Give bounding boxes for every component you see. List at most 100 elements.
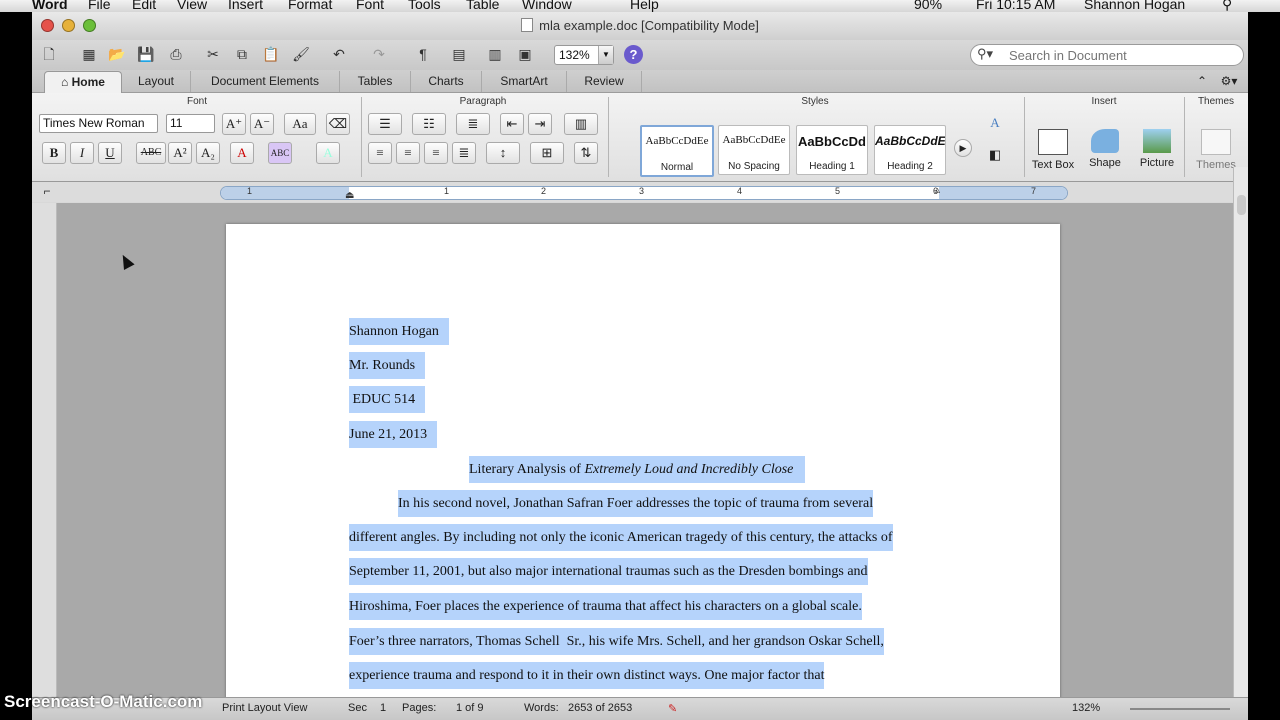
show-formatting-icon[interactable]: ¶ xyxy=(412,44,434,64)
strikethrough-button[interactable]: ABC xyxy=(136,142,166,164)
scroll-thumb[interactable] xyxy=(1237,195,1246,215)
shrink-font-button[interactable]: A⁻ xyxy=(250,113,274,135)
borders-icon[interactable]: ⊞ xyxy=(530,142,564,164)
tab-review[interactable]: Review xyxy=(567,71,642,92)
bullets-icon[interactable]: ☰ xyxy=(368,113,402,135)
text-styles-icon[interactable]: A xyxy=(984,113,1006,133)
search-input[interactable] xyxy=(1007,47,1231,64)
styles-pane-icon[interactable]: ◧ xyxy=(984,145,1006,165)
grow-font-button[interactable]: A⁺ xyxy=(222,113,246,135)
menu-font[interactable]: Font xyxy=(356,0,384,12)
gear-icon[interactable]: ⚙▾ xyxy=(1216,71,1242,92)
underline-button[interactable]: U xyxy=(98,142,122,164)
collapse-ribbon-icon[interactable]: ⌃ xyxy=(1192,71,1212,92)
gallery-icon[interactable]: ▦ xyxy=(78,44,100,64)
tab-stop-icon[interactable]: ⌐ xyxy=(36,181,58,201)
font-size-field[interactable]: 11 xyxy=(166,114,215,133)
zoom-select[interactable]: 132% ▼ xyxy=(554,45,614,65)
font-color-icon[interactable]: A xyxy=(230,142,254,164)
menu-file[interactable]: File xyxy=(88,0,111,12)
menu-insert[interactable]: Insert xyxy=(228,0,263,12)
highlight-icon[interactable]: ABC xyxy=(268,142,292,164)
menu-window[interactable]: Window xyxy=(522,0,572,12)
font-name-field[interactable]: Times New Roman xyxy=(39,114,158,133)
redo-icon[interactable]: ↷ xyxy=(368,44,390,64)
subscript-button[interactable]: A₂ xyxy=(196,142,220,164)
body-line[interactable]: In his second novel, Jonathan Safran Foe… xyxy=(398,490,874,517)
header-line[interactable]: June 21, 2013 xyxy=(349,421,438,448)
body-line[interactable]: September 11, 2001, but also major inter… xyxy=(349,558,868,585)
copy-icon[interactable]: ⧉ xyxy=(231,44,253,64)
help-icon[interactable]: ? xyxy=(624,45,643,64)
align-center-icon[interactable]: ≡ xyxy=(396,142,420,164)
tab-home[interactable]: ⌂ Home xyxy=(44,71,122,93)
header-line[interactable]: Shannon Hogan xyxy=(349,318,449,345)
menu-table[interactable]: Table xyxy=(466,0,499,12)
text-effects-icon[interactable]: A xyxy=(316,142,340,164)
print-icon[interactable]: ⎙ xyxy=(165,44,187,64)
columns-icon[interactable]: ▥ xyxy=(564,113,598,135)
menu-format[interactable]: Format xyxy=(288,0,332,12)
sidebar-icon[interactable]: ▥ xyxy=(484,44,506,64)
tab-charts[interactable]: Charts xyxy=(411,71,482,92)
tab-layout[interactable]: Layout xyxy=(122,71,191,92)
spelling-status-icon[interactable]: ✎ xyxy=(668,702,677,715)
clock[interactable]: Fri 10:15 AM xyxy=(976,0,1055,12)
insert-shape-button[interactable]: Shape xyxy=(1082,129,1128,169)
battery-status[interactable]: 90% xyxy=(914,0,942,12)
justify-icon[interactable]: ≣ xyxy=(452,142,476,164)
align-right-icon[interactable]: ≡ xyxy=(424,142,448,164)
horizontal-ruler[interactable]: 1 1 2 3 4 5 6 7 ⏏ ▵ xyxy=(220,185,1068,201)
document-title[interactable]: Literary Analysis of Extremely Loud and … xyxy=(469,456,806,483)
body-line[interactable]: Foer’s three narrators, Thomas Schell Sr… xyxy=(349,628,884,655)
right-indent-marker-icon[interactable]: ▵ xyxy=(935,185,940,196)
undo-icon[interactable]: ↶ xyxy=(328,44,350,64)
vertical-scrollbar[interactable] xyxy=(1233,167,1248,697)
user-menu[interactable]: Shannon Hogan xyxy=(1084,0,1185,12)
app-menu[interactable]: Word xyxy=(32,0,68,12)
menu-view[interactable]: View xyxy=(177,0,207,12)
zoom-slider[interactable] xyxy=(1130,708,1230,710)
view-icon[interactable]: ▤ xyxy=(448,44,470,64)
superscript-button[interactable]: A² xyxy=(168,142,192,164)
change-case-button[interactable]: Aa xyxy=(284,113,316,135)
menu-help[interactable]: Help xyxy=(630,0,659,12)
body-line[interactable]: experience trauma and respond to it in t… xyxy=(349,662,825,689)
save-icon[interactable]: 💾 xyxy=(135,44,157,64)
toolbox-icon[interactable]: ▣ xyxy=(514,44,536,64)
numbering-icon[interactable]: ☷ xyxy=(412,113,446,135)
spotlight-icon[interactable]: ⚲ xyxy=(1222,0,1232,12)
insert-text-box-button[interactable]: Text Box xyxy=(1030,129,1076,171)
multilevel-list-icon[interactable]: ≣ xyxy=(456,113,490,135)
insert-picture-button[interactable]: Picture xyxy=(1134,129,1180,169)
style-normal[interactable]: AaBbCcDdEe Normal xyxy=(640,125,714,177)
open-icon[interactable]: 📂 xyxy=(106,44,128,64)
tab-document-elements[interactable]: Document Elements xyxy=(191,71,340,92)
style-no-spacing[interactable]: AaBbCcDdEe No Spacing xyxy=(718,125,790,175)
format-painter-icon[interactable]: 🖌 xyxy=(290,44,312,64)
document-page[interactable]: Shannon Hogan Mr. Rounds EDUC 514 June 2… xyxy=(226,224,1060,697)
indent-marker-icon[interactable]: ⏏ xyxy=(345,190,354,201)
line-spacing-icon[interactable]: ↕ xyxy=(486,142,520,164)
menu-tools[interactable]: Tools xyxy=(408,0,441,12)
header-line[interactable]: EDUC 514 xyxy=(349,386,426,413)
cut-icon[interactable]: ✂ xyxy=(202,44,224,64)
styles-next-icon[interactable]: ▶ xyxy=(954,139,972,157)
bold-button[interactable]: B xyxy=(42,142,66,164)
style-heading-2[interactable]: AaBbCcDdE Heading 2 xyxy=(874,125,946,175)
body-line[interactable]: different angles. By including not only … xyxy=(349,524,893,551)
tab-tables[interactable]: Tables xyxy=(340,71,411,92)
themes-button[interactable]: Themes xyxy=(1190,129,1242,171)
italic-button[interactable]: I xyxy=(70,142,94,164)
menu-edit[interactable]: Edit xyxy=(132,0,156,12)
search-field[interactable]: ⚲▾ xyxy=(970,44,1244,66)
paste-icon[interactable]: 📋 xyxy=(260,44,282,64)
clear-formatting-icon[interactable]: ⌫ xyxy=(326,113,350,135)
decrease-indent-icon[interactable]: ⇤ xyxy=(500,113,524,135)
body-line[interactable]: Hiroshima, Foer places the experience of… xyxy=(349,593,862,620)
header-line[interactable]: Mr. Rounds xyxy=(349,352,426,379)
increase-indent-icon[interactable]: ⇥ xyxy=(528,113,552,135)
document-area[interactable]: Shannon Hogan Mr. Rounds EDUC 514 June 2… xyxy=(32,203,1233,697)
tab-smartart[interactable]: SmartArt xyxy=(482,71,567,92)
align-left-icon[interactable]: ≡ xyxy=(368,142,392,164)
